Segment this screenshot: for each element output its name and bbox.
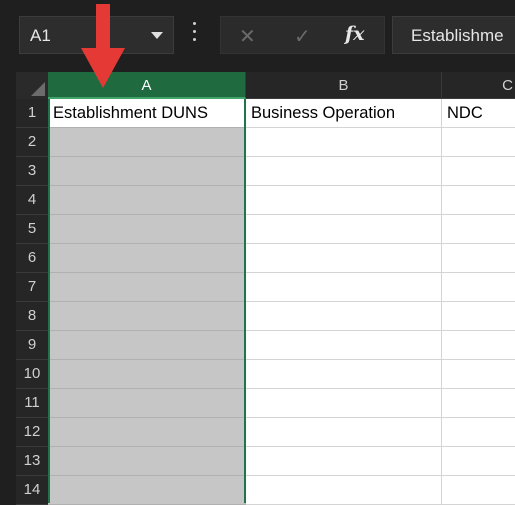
cell-c9[interactable] [442,331,515,360]
cell-c8[interactable] [442,302,515,331]
cancel-icon[interactable]: ✕ [239,24,256,49]
column-header-c[interactable]: C [442,72,515,99]
cell-c10[interactable] [442,360,515,389]
cell-c11[interactable] [442,389,515,418]
row-header-13[interactable]: 13 [16,447,48,476]
name-box-value: A1 [30,26,51,45]
cell-a7[interactable] [48,273,246,302]
cell-b9[interactable] [246,331,442,360]
cell-b6[interactable] [246,244,442,273]
row-header-2[interactable]: 2 [16,128,48,157]
cell-a2[interactable] [48,128,246,157]
cell-b7[interactable] [246,273,442,302]
cell-a1[interactable]: Establishment DUNS [48,99,246,128]
cell-b8[interactable] [246,302,442,331]
formula-controls: ✕ ✓ fx [220,16,385,54]
cell-c5[interactable] [442,215,515,244]
row-header-14[interactable]: 14 [16,476,48,505]
cell-a9[interactable] [48,331,246,360]
cell-b11[interactable] [246,389,442,418]
cell-b13[interactable] [246,447,442,476]
cell-b14[interactable] [246,476,442,505]
enter-check-icon[interactable]: ✓ [294,24,311,49]
cell-a4[interactable] [48,186,246,215]
cell-c13[interactable] [442,447,515,476]
row-header-8[interactable]: 8 [16,302,48,331]
cell-b2[interactable] [246,128,442,157]
cell-a8[interactable] [48,302,246,331]
annotation-arrow-icon [81,4,125,88]
row-header-7[interactable]: 7 [16,273,48,302]
row-header-1[interactable]: 1 [16,99,48,128]
column-header-b[interactable]: B [246,72,442,99]
cell-b3[interactable] [246,157,442,186]
cell-c2[interactable] [442,128,515,157]
spreadsheet-grid: A B C 1 Establishment DUNS Business Operat… [0,72,515,505]
cell-a11[interactable] [48,389,246,418]
cell-b1[interactable]: Business Operation [246,99,442,128]
cell-a12[interactable] [48,418,246,447]
cell-a13[interactable] [48,447,246,476]
formula-bar-region: A1 ✕ ✓ fx Establishme [0,0,515,72]
cell-a3[interactable] [48,157,246,186]
formula-input-value: Establishme [411,26,504,45]
select-all-triangle-icon [31,82,45,96]
insert-function-icon[interactable]: fx [345,23,365,45]
row-header-3[interactable]: 3 [16,157,48,186]
cell-c7[interactable] [442,273,515,302]
row-header-12[interactable]: 12 [16,418,48,447]
more-options-icon[interactable] [191,22,197,48]
row-header-5[interactable]: 5 [16,215,48,244]
row-header-4[interactable]: 4 [16,186,48,215]
cell-c6[interactable] [442,244,515,273]
cell-c4[interactable] [442,186,515,215]
row-header-10[interactable]: 10 [16,360,48,389]
row-header-11[interactable]: 11 [16,389,48,418]
select-all-button[interactable] [16,72,48,99]
cell-a10[interactable] [48,360,246,389]
cell-b10[interactable] [246,360,442,389]
cell-b12[interactable] [246,418,442,447]
row-header-6[interactable]: 6 [16,244,48,273]
cell-c1[interactable]: NDC [442,99,515,128]
cell-c14[interactable] [442,476,515,505]
cell-a5[interactable] [48,215,246,244]
cell-a6[interactable] [48,244,246,273]
cell-a14[interactable] [48,476,246,505]
cell-b4[interactable] [246,186,442,215]
cell-c12[interactable] [442,418,515,447]
cell-b5[interactable] [246,215,442,244]
chevron-down-icon[interactable] [151,32,163,39]
row-header-9[interactable]: 9 [16,331,48,360]
cell-c3[interactable] [442,157,515,186]
column-header-a[interactable]: A [48,72,246,99]
formula-input[interactable]: Establishme [392,16,515,54]
